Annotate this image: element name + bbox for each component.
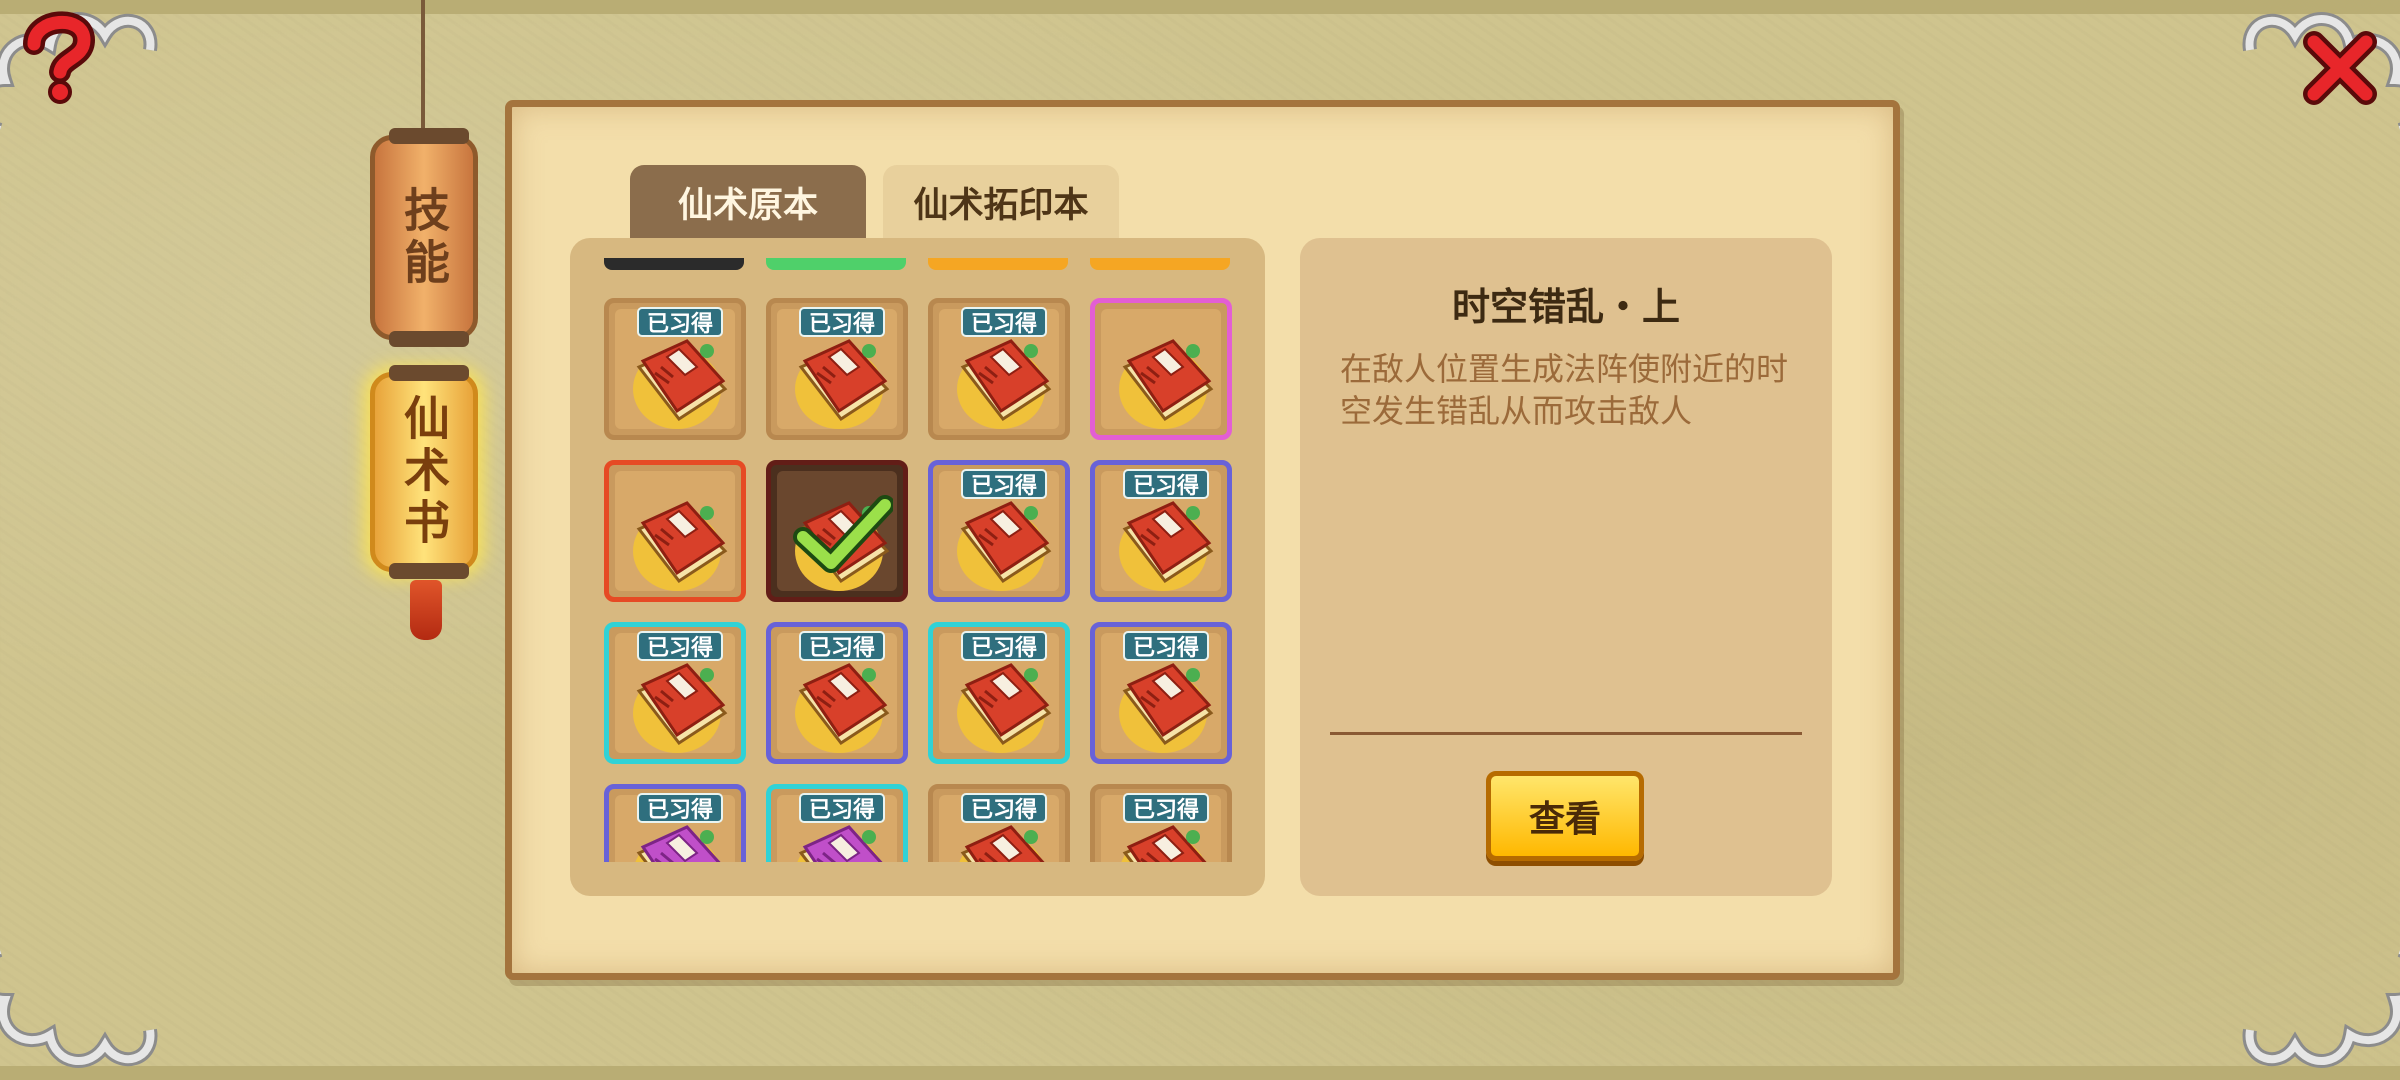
detail-panel: 时空错乱・上 在敌人位置生成法阵使附近的时空发生错乱从而攻击敌人 查看 (1300, 238, 1832, 896)
learned-badge: 已习得 (961, 631, 1047, 661)
tab-original[interactable]: 仙术原本 (630, 165, 866, 240)
close-button[interactable] (2302, 30, 2378, 106)
learned-badge: 已习得 (961, 793, 1047, 823)
spell-book-icon (957, 663, 1052, 753)
cutoff-slot-edge (766, 258, 906, 270)
learned-badge: 已习得 (799, 307, 885, 337)
checkmark-icon (793, 495, 893, 573)
help-button[interactable] (14, 6, 104, 106)
spell-book-icon (1119, 501, 1214, 591)
book-slot[interactable]: 已习得 (604, 784, 746, 862)
book-slot[interactable]: 已习得 (1090, 622, 1232, 764)
cutoff-slot-edge (1090, 258, 1230, 270)
lantern-label: 仙术书 (397, 394, 451, 550)
book-slot-selected[interactable] (766, 460, 908, 602)
lantern-cap (389, 365, 469, 381)
cutoff-slot-edge (928, 258, 1068, 270)
spell-book-icon (633, 663, 728, 753)
learned-badge: 已习得 (637, 307, 723, 337)
book-slot[interactable]: 已习得 (766, 298, 908, 440)
learned-badge: 已习得 (637, 793, 723, 823)
close-icon (2303, 31, 2377, 105)
tab-spell-book-lantern[interactable]: 仙术书 (370, 365, 478, 579)
lantern-cap (389, 563, 469, 579)
lantern-cap (389, 331, 469, 347)
book-slot[interactable] (1090, 298, 1232, 440)
learned-badge: 已习得 (637, 631, 723, 661)
lantern-tassel (410, 580, 442, 640)
tab-skill-lantern[interactable]: 技能 (370, 128, 478, 347)
view-button[interactable]: 查看 (1486, 771, 1644, 861)
book-slot[interactable]: 已习得 (1090, 784, 1232, 862)
lantern-cap (389, 128, 469, 144)
lantern-rope (421, 0, 425, 140)
learned-badge: 已习得 (1123, 469, 1209, 499)
book-slot[interactable]: 已习得 (928, 460, 1070, 602)
tab-rubbing[interactable]: 仙术拓印本 (883, 165, 1119, 240)
book-slot[interactable]: 已习得 (1090, 460, 1232, 602)
lantern-label: 技能 (397, 185, 451, 290)
spell-book-icon (633, 501, 728, 591)
spell-book-icon (795, 339, 890, 429)
book-slot[interactable]: 已习得 (928, 298, 1070, 440)
learned-badge: 已习得 (961, 469, 1047, 499)
learned-badge: 已习得 (961, 307, 1047, 337)
book-slot[interactable]: 已习得 (604, 622, 746, 764)
question-mark-icon (23, 11, 96, 104)
cutoff-slot-edge (604, 258, 744, 270)
book-slot[interactable]: 已习得 (766, 784, 908, 862)
learned-badge: 已习得 (1123, 631, 1209, 661)
spell-book-icon (1119, 663, 1214, 753)
book-grid[interactable]: 已习得 已习得 已习得 已习得 已习得 已习得 已习得 已习得 已习得 已习得 已习得 已习得 已习得 (570, 238, 1265, 862)
book-slot[interactable]: 已习得 (604, 298, 746, 440)
book-grid-panel: 已习得 已习得 已习得 已习得 已习得 已习得 已习得 已习得 已习得 已习得 已习得 已习得 已习得 (570, 238, 1265, 896)
book-slot[interactable]: 已习得 (766, 622, 908, 764)
spell-book-icon (1119, 339, 1214, 429)
book-slot[interactable] (604, 460, 746, 602)
divider (1330, 732, 1802, 735)
spell-book-icon (957, 339, 1052, 429)
spell-title: 时空错乱・上 (1451, 285, 1680, 329)
learned-badge: 已习得 (1123, 793, 1209, 823)
spell-description: 在敌人位置生成法阵使附近的时空发生错乱从而攻击敌人 (1340, 350, 1789, 430)
book-slot[interactable]: 已习得 (928, 784, 1070, 862)
spell-book-icon (795, 663, 890, 753)
corner-cloud-decoration (2230, 910, 2400, 1080)
learned-badge: 已习得 (799, 793, 885, 823)
learned-badge: 已习得 (799, 631, 885, 661)
spell-book-icon (957, 501, 1052, 591)
spell-book-icon (633, 339, 728, 429)
book-slot[interactable]: 已习得 (928, 622, 1070, 764)
corner-cloud-decoration (0, 910, 170, 1080)
